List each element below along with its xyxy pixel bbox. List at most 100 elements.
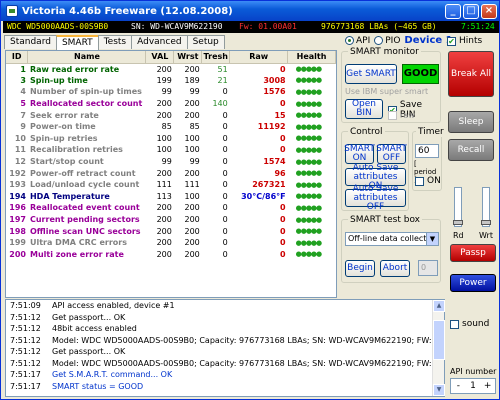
sleep-button[interactable]: Sleep (448, 111, 494, 133)
smart-status-indicator: GOOD (402, 64, 439, 84)
table-row[interactable]: 199 Ultra DMA CRC errors 200 200 0 0 ●●●●● (6, 237, 336, 249)
break-all-button[interactable]: Break All (448, 51, 494, 97)
timer-title: Timer (416, 127, 446, 137)
smart-health: ●●●●● (295, 203, 323, 212)
sound-checkbox[interactable] (450, 319, 459, 329)
table-row[interactable]: 196 Reallocated event count 200 200 0 0 ●●●●● (6, 202, 336, 214)
smart-wrst: 100 (184, 191, 200, 201)
begin-button[interactable]: Begin (345, 260, 375, 277)
test-mode-select[interactable]: Off-line data collect ▼ (345, 232, 439, 246)
table-row[interactable]: 7 Seek error rate 200 200 0 15 ●●●●● (6, 109, 336, 121)
smart-wrst: 200 (184, 203, 200, 213)
api-number-value[interactable]: 1 (466, 379, 481, 393)
tab-setup[interactable]: Setup (186, 35, 225, 49)
api-number-decrement[interactable]: - (451, 379, 466, 393)
smart-tresh: 0 (222, 157, 228, 167)
smart-health: ●●●●● (295, 76, 323, 85)
close-button[interactable]: × (481, 3, 497, 19)
smart-health: ●●●●● (295, 169, 323, 178)
power-button[interactable]: Power (450, 274, 496, 292)
table-row[interactable]: 3 Spin-up time 199 189 21 3008 ●●●●● (6, 75, 336, 87)
test-mode-value: Off-line data collect (348, 234, 427, 243)
timer-on-toggle[interactable]: ON (415, 176, 441, 186)
smart-id: 198 (9, 226, 26, 236)
table-row[interactable]: 194 HDA Temperature 113 100 0 30°C/86°F ●●●●● (6, 191, 336, 203)
table-row[interactable]: 4 Number of spin-up times 99 99 0 1576 ●●●●● (6, 86, 336, 98)
smart-val: 99 (161, 87, 172, 97)
chevron-down-icon[interactable]: ▼ (426, 233, 438, 245)
smart-raw: 0 (280, 203, 286, 213)
rd-slider[interactable] (453, 187, 463, 227)
api-radio[interactable] (345, 36, 354, 45)
open-bin-button[interactable]: Open BIN (345, 99, 383, 119)
smart-health: ●●●●● (295, 192, 323, 201)
tab-advanced[interactable]: Advanced (131, 35, 188, 49)
header-health[interactable]: Health (287, 51, 336, 64)
api-number-spinner[interactable]: - 1 + (450, 378, 496, 394)
sound-toggle[interactable]: sound (450, 319, 489, 329)
test-number-field[interactable]: 0 (418, 260, 438, 276)
smart-name: Ultra DMA CRC errors (29, 238, 127, 248)
table-row[interactable]: 1 Raw read error rate 200 200 51 0 ●●●●● (6, 63, 336, 75)
use-ibm-label[interactable]: Use IBM super smart (345, 87, 428, 96)
smart-on-button[interactable]: SMART ON (344, 144, 375, 164)
table-row[interactable]: 192 Power-off retract count 200 200 0 96 ●●●●● (6, 167, 336, 179)
table-row[interactable]: 200 Multi zone error rate 200 200 0 0 ●●●●● (6, 249, 336, 261)
log-message: API access enabled, device #1 (52, 301, 175, 310)
table-row[interactable]: 10 Spin-up retries 100 100 0 0 ●●●●● (6, 133, 336, 145)
tab-tests[interactable]: Tests (97, 35, 133, 49)
api-number-increment[interactable]: + (480, 379, 495, 393)
table-row[interactable]: 11 Recalibration retries 100 100 0 0 ●●●●● (6, 144, 336, 156)
header-wrst[interactable]: Wrst (173, 51, 203, 64)
tab-standard[interactable]: Standard (4, 35, 57, 49)
rd-slider-thumb[interactable] (453, 220, 463, 225)
raw-toggle[interactable]: raw (388, 111, 415, 120)
header-tresh[interactable]: Tresh (201, 51, 231, 64)
smart-raw: 0 (280, 238, 286, 248)
table-row[interactable]: 9 Power-on time 85 85 0 11192 ●●●●● (6, 121, 336, 133)
table-row[interactable]: 197 Current pending sectors 200 200 0 0 ●●●●● (6, 214, 336, 226)
smart-val: 99 (161, 157, 172, 167)
scroll-up-icon[interactable]: ▲ (433, 300, 445, 312)
smart-tresh: 0 (222, 203, 228, 213)
table-row[interactable]: 12 Start/stop count 99 99 0 1574 ●●●●● (6, 156, 336, 168)
table-row[interactable]: 5 Reallocated sector count 200 200 140 0 ●●●●● (6, 98, 336, 110)
wrt-slider[interactable] (481, 187, 491, 227)
abort-button[interactable]: Abort (380, 260, 410, 277)
wrt-slider-thumb[interactable] (481, 220, 491, 225)
log-message: Model: WDC WD5000AADS-00S9B0; Capacity: … (52, 358, 442, 368)
smart-val: 200 (156, 238, 172, 248)
smart-raw: 0 (280, 249, 286, 259)
tab-smart[interactable]: SMART (55, 35, 99, 50)
interface-selector: API PIO Device 1 (341, 35, 453, 46)
timer-on-checkbox[interactable] (415, 176, 424, 186)
header-name[interactable]: Name (27, 51, 147, 64)
timer-input[interactable]: 60 (415, 144, 439, 158)
smart-val: 199 (156, 75, 172, 85)
minimize-button[interactable]: _ (445, 3, 461, 19)
smart-id: 199 (9, 238, 26, 248)
get-smart-button[interactable]: Get SMART (345, 64, 397, 84)
smart-id: 4 (20, 87, 26, 97)
hints-toggle[interactable]: ✔ Hints (447, 36, 482, 46)
header-id[interactable]: ID (6, 51, 29, 64)
table-row[interactable]: 193 Load/unload cycle count 111 111 0 267321 ●… (6, 179, 336, 191)
pio-radio[interactable] (374, 36, 384, 45)
maximize-button[interactable]: □ (463, 3, 479, 19)
hints-checkbox[interactable]: ✔ (447, 36, 456, 46)
smart-off-button[interactable]: SMART OFF (376, 144, 407, 164)
smart-wrst: 200 (184, 110, 200, 120)
table-row[interactable]: 198 Offline scan UNC sectors 200 200 0 0 ●●●●● (6, 225, 336, 237)
log-scrollbar[interactable]: ▲ ▼ (432, 300, 445, 396)
scroll-down-icon[interactable]: ▼ (433, 384, 445, 396)
smart-attributes-table: ID Name VAL Wrst Tresh Raw Health 1 Raw r… (5, 50, 337, 298)
recall-button[interactable]: Recall (448, 139, 494, 161)
raw-checkbox[interactable] (388, 111, 397, 120)
header-raw[interactable]: Raw (229, 51, 289, 64)
passp-button[interactable]: Passp (450, 244, 496, 262)
autosave-off-button[interactable]: Auto Save attributes OFF (345, 184, 406, 211)
rd-label: Rd (453, 231, 464, 240)
scroll-thumb[interactable] (433, 320, 445, 360)
smart-id: 200 (9, 249, 26, 259)
header-val[interactable]: VAL (145, 51, 175, 64)
